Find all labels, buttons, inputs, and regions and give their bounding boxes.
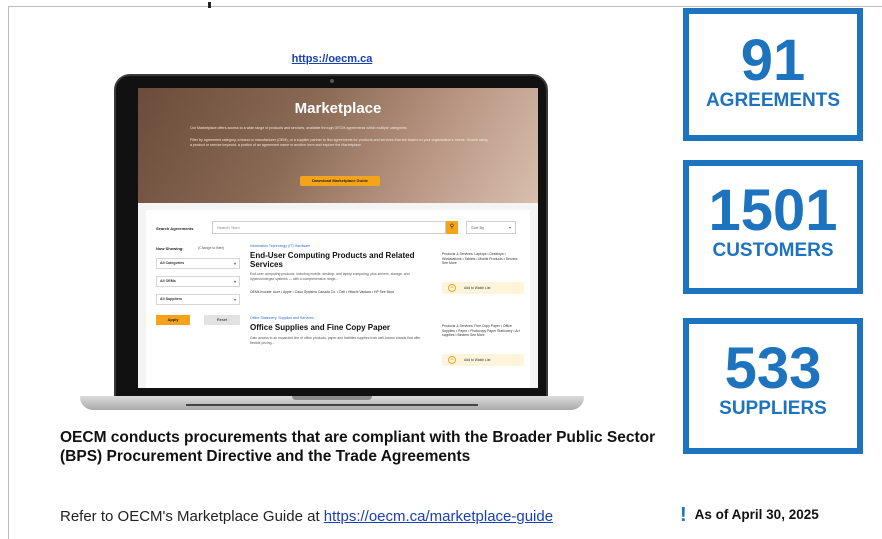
result-products: Products & Services: Laptops • Desktops … — [442, 252, 518, 266]
chevron-down-icon: ▾ — [508, 225, 511, 230]
top-rule — [8, 6, 882, 7]
chevron-down-icon: ▾ — [233, 279, 236, 284]
left-rule — [8, 6, 9, 539]
headline: OECM conducts procurements that are comp… — [60, 429, 656, 465]
result-products: Products & Services: Fine Copy Paper • O… — [442, 324, 520, 338]
supplier-filter[interactable]: All Suppliers ▾ — [156, 294, 240, 305]
supplier-filter-value: All Suppliers — [160, 297, 182, 301]
search-input[interactable]: Search Term — [212, 221, 446, 234]
suppliers-label: SUPPLIERS — [719, 398, 827, 419]
marketplace-intro-2: Filter by agreement category, a brand or… — [190, 138, 488, 147]
result-category[interactable]: Office Stationery, Supplies and Services — [250, 316, 314, 320]
result-category[interactable]: Information Technology (IT) Hardware — [250, 244, 310, 248]
download-guide-button[interactable]: Download Marketplace Guide — [300, 176, 380, 186]
watch-list-label: Add to Watch List — [464, 286, 491, 290]
result-title[interactable]: End-User Computing Products and Related … — [250, 251, 426, 269]
category-filter-value: All Categories — [160, 261, 185, 265]
customers-count: 1501 — [708, 178, 838, 243]
camera-dot — [330, 79, 334, 83]
change-filter-link[interactable]: (Change to filter) — [198, 246, 224, 250]
watch-list-label: Add to Watch List — [464, 358, 491, 362]
tick-mark — [208, 2, 211, 8]
agreements-count: 91 — [740, 28, 806, 93]
slide: https://oecm.ca Marketplace Our Marketpl… — [0, 0, 882, 539]
apply-button[interactable]: Apply — [156, 315, 190, 325]
category-filter[interactable]: All Categories ▾ — [156, 258, 240, 269]
as-of-note: ! As of April 30, 2025 — [680, 504, 819, 527]
chevron-down-icon: ▾ — [233, 297, 236, 302]
as-of-date: As of April 30, 2025 — [694, 507, 819, 522]
reset-button[interactable]: Reset — [204, 315, 240, 325]
search-agreements-label: Search Agreements — [156, 226, 194, 231]
result-title[interactable]: Office Supplies and Fine Copy Paper — [250, 323, 426, 332]
refer-text: Refer to OECM's Marketplace Guide at htt… — [60, 508, 553, 525]
result-oems: OEMs Include: Acer • Apple • Cisco Syste… — [250, 290, 395, 294]
sort-by-select[interactable]: Sort By ▾ — [466, 221, 516, 234]
oecm-link[interactable]: https://oecm.ca — [0, 53, 664, 65]
oem-filter-value: All OEMs — [160, 279, 176, 283]
watch-list-button[interactable]: + Add to Watch List — [442, 282, 524, 294]
agreements-stat: 91 AGREEMENTS — [683, 8, 863, 141]
customers-stat: 1501 CUSTOMERS — [683, 160, 863, 294]
agreements-label: AGREEMENTS — [705, 90, 841, 111]
marketplace-hero: Marketplace Our Marketplace offers acces… — [138, 88, 538, 203]
marketplace-screenshot: Marketplace Our Marketplace offers acces… — [138, 88, 538, 388]
refer-label: Refer to OECM's Marketplace Guide at — [60, 508, 324, 525]
marketplace-intro: Our Marketplace offers access to a wide … — [190, 126, 408, 130]
sort-by-label: Sort By — [471, 225, 485, 230]
chevron-down-icon: ▾ — [233, 261, 236, 266]
oem-filter[interactable]: All OEMs ▾ — [156, 276, 240, 287]
laptop-notch — [292, 396, 372, 400]
suppliers-count: 533 — [724, 336, 822, 401]
suppliers-stat: 533 SUPPLIERS — [683, 318, 863, 454]
customers-label: CUSTOMERS — [712, 240, 834, 261]
search-panel: Search Agreements Search Term ⚲ Sort By ▾… — [146, 210, 530, 388]
plus-icon: + — [448, 284, 456, 292]
now-showing-label: Now Showing: — [156, 246, 184, 251]
watch-list-button[interactable]: + Add to Watch List — [442, 354, 524, 366]
marketplace-title: Marketplace — [294, 100, 382, 117]
search-icon[interactable]: ⚲ — [446, 221, 458, 234]
laptop-base-line — [186, 404, 478, 406]
result-description: Gain access to an expanded line of offic… — [250, 336, 421, 345]
plus-icon: + — [448, 356, 456, 364]
result-description: End-user computing products, including m… — [250, 272, 410, 281]
marketplace-guide-link[interactable]: https://oecm.ca/marketplace-guide — [324, 508, 553, 525]
exclamation-icon: ! — [680, 504, 687, 526]
